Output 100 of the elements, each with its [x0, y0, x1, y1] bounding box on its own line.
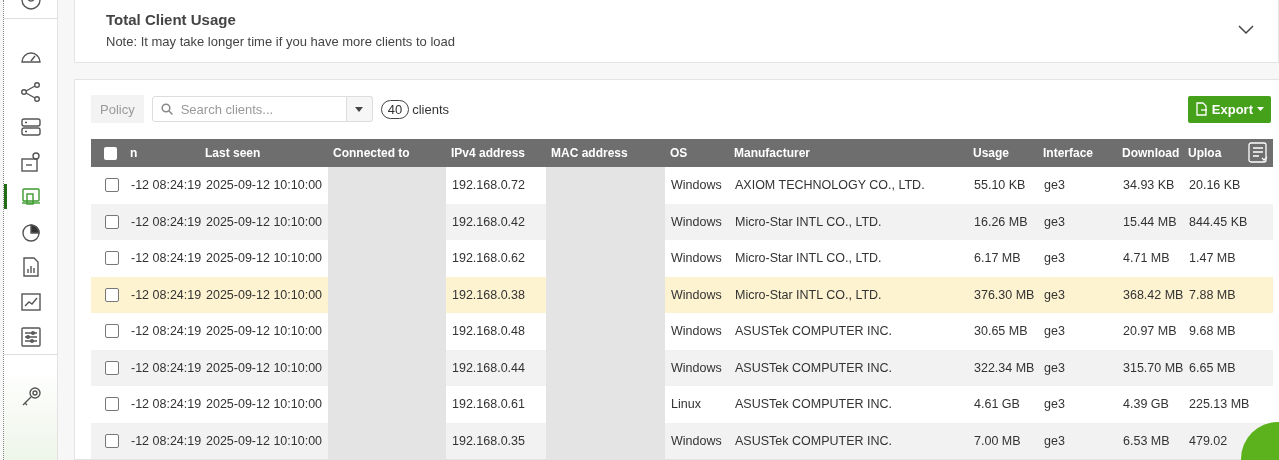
column-header[interactable]: MAC address [551, 146, 628, 160]
table-cell: -12 08:24:19 [131, 214, 202, 229]
table-cell: -12 08:24:19 [131, 397, 202, 412]
select-all-checkbox[interactable] [104, 146, 117, 160]
dropdown-button[interactable] [346, 96, 373, 122]
table-cell: 322.34 MB [974, 360, 1035, 375]
table-cell: 479.02 [1189, 433, 1228, 448]
table-cell: 2025-09-12 10:10:00 [206, 287, 323, 302]
column-header[interactable]: Manufacturer [734, 146, 810, 160]
table-cell: 2025-09-12 10:10:00 [206, 360, 323, 375]
table-cell: 20.16 KB [1189, 178, 1241, 193]
row-checkbox[interactable] [105, 178, 119, 193]
table-cell: 368.42 MB [1123, 287, 1184, 302]
column-settings-icon[interactable] [1247, 142, 1269, 164]
row-checkbox[interactable] [105, 214, 119, 229]
table-cell: Windows [671, 433, 722, 448]
table-cell: 192.168.0.48 [452, 324, 525, 339]
table-cell: 6.65 MB [1189, 360, 1236, 375]
column-header[interactable]: Download [1122, 146, 1180, 160]
caret-icon [355, 106, 364, 112]
table-cell: 1.47 MB [1189, 251, 1236, 266]
row-checkbox[interactable] [105, 433, 119, 448]
panel-note: Note: It may take longer time if you have more clients to load [106, 34, 455, 49]
table-cell: 15.44 MB [1123, 214, 1177, 229]
table-cell: ge3 [1044, 214, 1065, 229]
table-cell: Windows [671, 360, 722, 375]
export-button[interactable]: Export [1187, 95, 1271, 123]
sliders-icon[interactable] [19, 325, 42, 348]
table-cell: -12 08:24:19 [131, 360, 202, 375]
table-cell: -12 08:24:19 [131, 178, 202, 193]
table-cell: 4.39 GB [1123, 397, 1169, 412]
table-cell: 30.65 MB [974, 324, 1028, 339]
table-cell: -12 08:24:19 [131, 433, 202, 448]
server-icon[interactable] [19, 115, 42, 138]
table-cell: AXIOM TECHNOLOGY CO., LTD. [735, 178, 925, 193]
table-cell: Windows [671, 287, 722, 302]
monitor-icon[interactable] [19, 185, 42, 208]
table-cell: Linux [671, 397, 701, 412]
row-checkbox[interactable] [105, 360, 119, 375]
chevron-down-icon[interactable] [1238, 25, 1254, 35]
table-cell: 2025-09-12 10:10:00 [206, 214, 323, 229]
table-cell: 192.168.0.72 [452, 178, 525, 193]
table-cell: 55.10 KB [974, 178, 1026, 193]
table-cell: ASUSTek COMPUTER INC. [735, 324, 892, 339]
table-cell: 192.168.0.44 [452, 360, 525, 375]
location-icon[interactable] [19, 150, 42, 173]
file-export-icon [1194, 102, 1208, 116]
table-cell: ge3 [1044, 251, 1065, 266]
table-cell: 315.70 MB [1123, 360, 1184, 375]
row-checkbox[interactable] [105, 324, 119, 339]
table-cell: 4.61 GB [974, 397, 1020, 412]
table-cell: 6.17 MB [974, 251, 1021, 266]
search-field[interactable]: Search clients... [151, 96, 347, 122]
column-header[interactable]: Usage [973, 146, 1010, 160]
table-cell: 192.168.0.38 [452, 287, 525, 302]
count-label: clients [412, 101, 449, 117]
column-header[interactable]: n [130, 146, 138, 160]
table-cell: 2025-09-12 10:10:00 [206, 178, 323, 193]
row-checkbox[interactable] [105, 251, 119, 266]
table-cell: Micro-Star INTL CO., LTD. [735, 287, 882, 302]
table-cell: ge3 [1044, 433, 1065, 448]
column-header[interactable]: IPv4 address [451, 146, 526, 160]
table-cell: ge3 [1044, 178, 1065, 193]
table-cell: Windows [671, 324, 722, 339]
row-checkbox[interactable] [105, 287, 119, 302]
table-cell: 192.168.0.42 [452, 214, 525, 229]
line-chart-icon[interactable] [19, 290, 42, 313]
table-cell: ge3 [1044, 324, 1065, 339]
column-header[interactable]: OS [670, 146, 688, 160]
table-cell: ASUSTek COMPUTER INC. [735, 360, 892, 375]
column-header[interactable]: Uploa [1188, 146, 1222, 160]
panel-title: Total Client Usage [106, 11, 237, 28]
table-cell: -12 08:24:19 [131, 287, 202, 302]
column-header[interactable]: Last seen [205, 146, 261, 160]
table-cell: 7.88 MB [1189, 287, 1236, 302]
table-cell: Windows [671, 178, 722, 193]
table-cell: 192.168.0.62 [452, 251, 525, 266]
table-cell: ASUSTek COMPUTER INC. [735, 433, 892, 448]
table-cell: 7.00 MB [974, 433, 1021, 448]
table-cell: 844.45 KB [1189, 214, 1248, 229]
share-icon[interactable] [19, 80, 42, 103]
column-header[interactable]: Interface [1043, 146, 1094, 160]
column-header[interactable]: Connected to [333, 146, 410, 160]
table-cell: ASUSTek COMPUTER INC. [735, 397, 892, 412]
table-cell: Windows [671, 251, 722, 266]
table-cell: ge3 [1044, 360, 1065, 375]
row-checkbox[interactable] [105, 397, 119, 412]
table-cell: 4.71 MB [1123, 251, 1170, 266]
table-cell: 192.168.0.61 [452, 397, 525, 412]
table-cell: 376.30 MB [974, 287, 1035, 302]
table-cell: 16.26 MB [974, 214, 1028, 229]
table-cell: Windows [671, 214, 722, 229]
table-cell: Micro-Star INTL CO., LTD. [735, 214, 882, 229]
caret-icon [1257, 107, 1264, 111]
table-cell: 20.97 MB [1123, 324, 1177, 339]
table-cell: ge3 [1044, 287, 1065, 302]
table-cell: 34.93 KB [1123, 178, 1175, 193]
table-cell: -12 08:24:19 [131, 251, 202, 266]
table-cell: Micro-Star INTL CO., LTD. [735, 251, 882, 266]
table-cell: 2025-09-12 10:10:00 [206, 324, 323, 339]
